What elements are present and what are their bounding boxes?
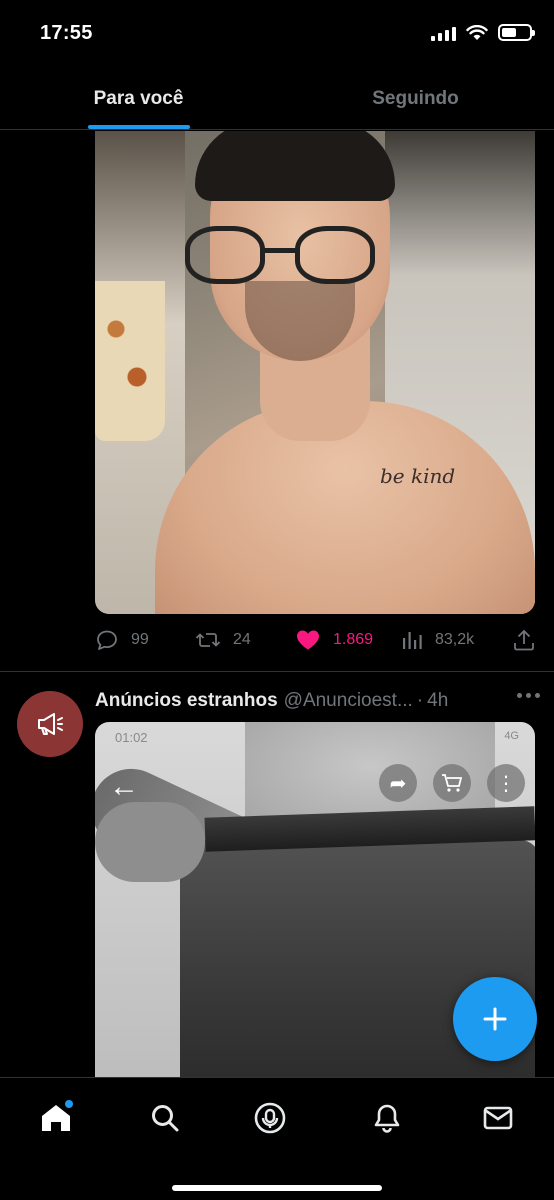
- author-handle[interactable]: @Anuncioest...: [284, 690, 413, 712]
- speech-bubble-icon: [97, 630, 117, 650]
- embedded-status-network: 4G: [504, 730, 519, 742]
- embedded-menu-icon: ⋮: [487, 764, 525, 802]
- embedded-back-arrow-icon: ←: [109, 770, 139, 803]
- separator: ·: [416, 690, 424, 711]
- more-options-icon[interactable]: [517, 693, 540, 698]
- status-icons: [431, 24, 535, 41]
- spaces-microphone-icon: [254, 1102, 286, 1134]
- nav-notifications[interactable]: [367, 1098, 407, 1138]
- retweet-button[interactable]: 24: [195, 628, 295, 652]
- nav-spaces[interactable]: [250, 1098, 290, 1138]
- embedded-status-time: 01:02: [115, 730, 148, 745]
- nav-home[interactable]: [36, 1098, 76, 1138]
- tab-para-voce[interactable]: Para você: [0, 66, 277, 129]
- tattoo-text: be kind: [380, 464, 456, 488]
- post-divider: [0, 671, 554, 672]
- reply-count: 99: [131, 631, 149, 648]
- bottom-navigation: [0, 1077, 554, 1200]
- post-header: Anúncios estranhos @Anuncioest... · 4h: [95, 686, 540, 716]
- reply-button[interactable]: 99: [95, 628, 195, 652]
- nav-messages[interactable]: [478, 1098, 518, 1138]
- plus-icon: [483, 1007, 507, 1031]
- views-count: 83,2k: [435, 631, 475, 648]
- home-indicator-bar: [172, 1185, 382, 1191]
- nav-search[interactable]: [145, 1098, 185, 1138]
- like-button[interactable]: 1.869: [295, 628, 401, 652]
- embedded-share-icon: ➦: [379, 764, 417, 802]
- cellular-signal-icon: [431, 25, 456, 41]
- share-upload-icon: [514, 629, 534, 651]
- feed-tabs: Para você Seguindo: [0, 66, 554, 130]
- megaphone-icon: [38, 713, 63, 735]
- tab-seguindo[interactable]: Seguindo: [277, 66, 554, 129]
- status-time: 17:55: [40, 22, 93, 44]
- retweet-count: 24: [233, 631, 251, 648]
- post-timestamp: 4h: [427, 690, 449, 711]
- compose-button[interactable]: [453, 977, 537, 1061]
- envelope-icon: [483, 1106, 513, 1130]
- status-bar: 17:55: [0, 0, 554, 66]
- search-icon: [152, 1105, 179, 1132]
- new-content-indicator: [65, 1100, 73, 1108]
- views-button[interactable]: 83,2k: [401, 629, 513, 651]
- bell-icon: [374, 1104, 400, 1133]
- avatar[interactable]: [17, 691, 83, 757]
- post-media-photo[interactable]: be kind: [95, 131, 535, 614]
- bar-chart-icon: [403, 632, 422, 649]
- active-tab-indicator: [87, 125, 190, 129]
- post-action-bar: 99 24 1.869 83,2k: [95, 625, 535, 655]
- tab-label: Seguindo: [372, 88, 459, 109]
- tab-label: Para você: [93, 88, 184, 109]
- like-count: 1.869: [333, 631, 374, 648]
- author-name[interactable]: Anúncios estranhos: [95, 690, 278, 712]
- heart-icon: [297, 630, 319, 650]
- share-button[interactable]: [513, 628, 535, 652]
- wifi-icon: [466, 24, 488, 40]
- timeline-feed[interactable]: be kind 99 24 1.869 83,2k Anúncios estra…: [0, 131, 554, 1077]
- retweet-icon: [195, 633, 221, 647]
- embedded-cart-icon: [433, 764, 471, 802]
- battery-icon: [498, 24, 535, 41]
